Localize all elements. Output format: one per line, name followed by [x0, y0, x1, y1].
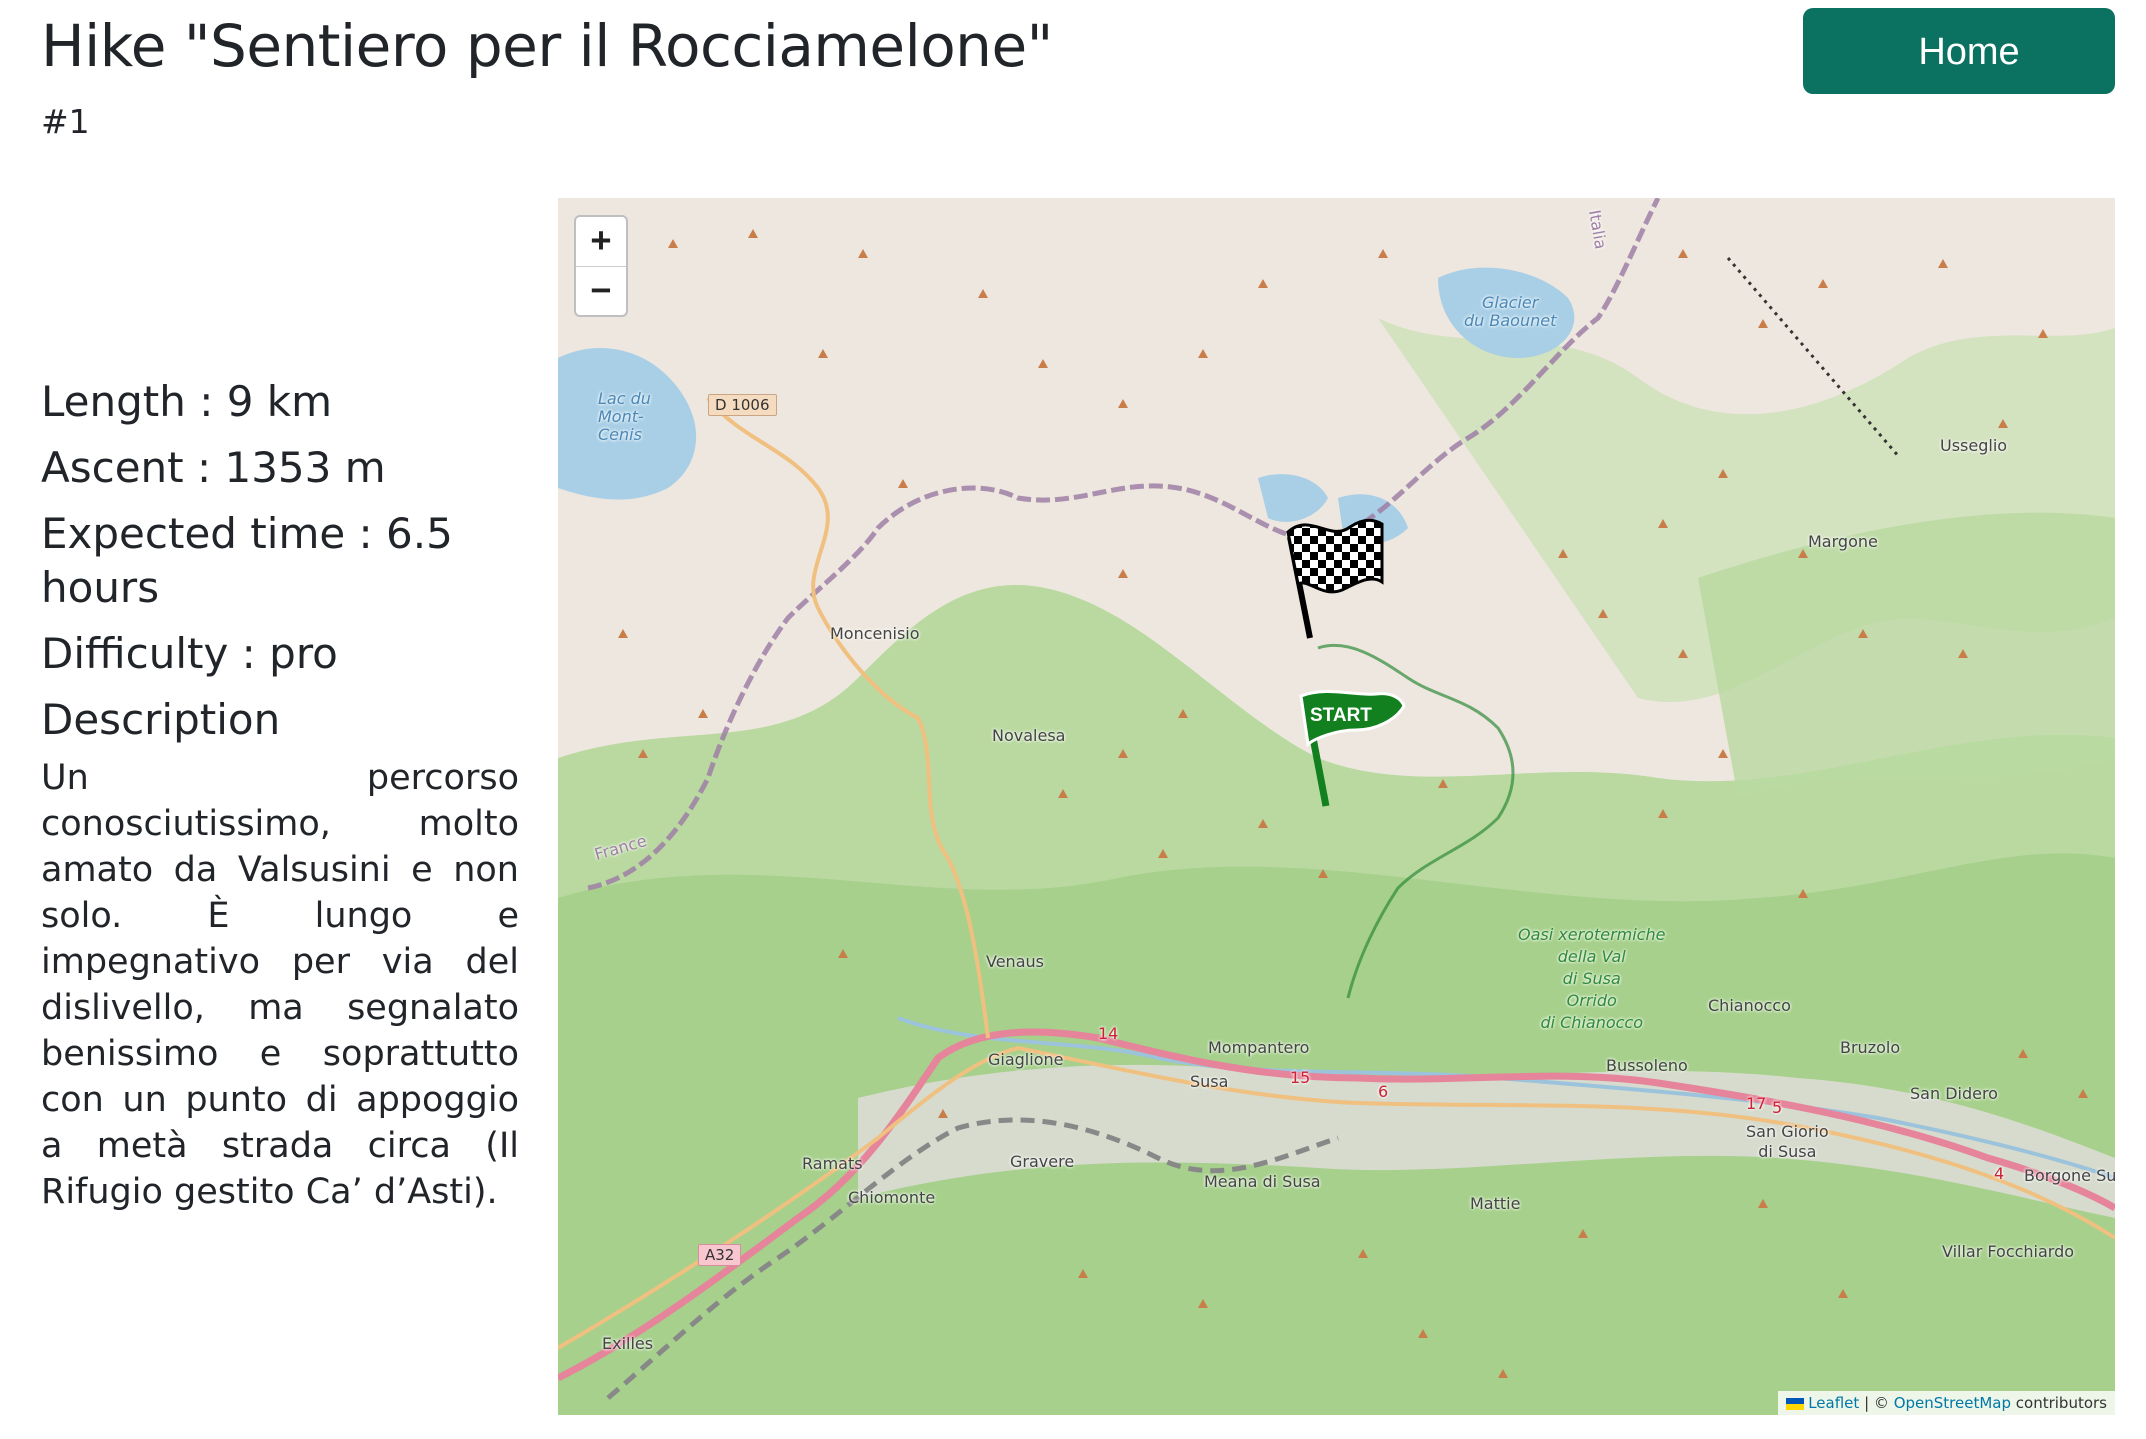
place-novalesa: Novalesa — [992, 726, 1066, 745]
place-exilles: Exilles — [602, 1334, 654, 1353]
park-label: Oasi xerotermiche della Val di Susa Orrido d… — [1518, 925, 1666, 1032]
leaflet-link[interactable]: Leaflet — [1808, 1394, 1859, 1412]
place-susa: Susa — [1190, 1072, 1229, 1091]
place-ramats: Ramats — [802, 1154, 863, 1173]
start-marker-label: START — [1310, 705, 1372, 726]
road-number-14: 14 — [1098, 1024, 1119, 1043]
expected-time-text: Expected time : 6.5 hours — [41, 509, 453, 612]
ukraine-flag-icon — [1786, 1397, 1805, 1410]
zoom-out-button[interactable]: − — [576, 266, 626, 315]
length-text: Length : 9 km — [41, 377, 333, 426]
lake-label: Lac du Mont- Cenis — [598, 389, 651, 444]
road-badge-a32: A32 — [698, 1244, 742, 1266]
zoom-in-button[interactable]: + — [576, 217, 626, 266]
place-chiomonte: Chiomonte — [848, 1188, 936, 1207]
place-bruzolo: Bruzolo — [1840, 1038, 1901, 1057]
place-san-didero: San Didero — [1910, 1084, 1998, 1103]
description-heading: Description — [41, 695, 281, 744]
place-bussoleno: Bussoleno — [1606, 1056, 1688, 1075]
road-number-5: 5 — [1772, 1098, 1783, 1117]
place-mompantero: Mompantero — [1208, 1038, 1310, 1057]
place-moncenisio: Moncenisio — [830, 624, 920, 643]
place-meana: Meana di Susa — [1204, 1172, 1321, 1191]
glacier-label: Glacier du Baounet — [1464, 293, 1557, 330]
place-giaglione: Giaglione — [988, 1050, 1064, 1069]
start-flag-icon[interactable]: START — [1296, 686, 1408, 810]
place-villar: Villar Focchiardo — [1942, 1242, 2075, 1261]
road-number-17: 17 — [1746, 1094, 1767, 1113]
road-number-15: 15 — [1290, 1068, 1311, 1087]
place-gravere: Gravere — [1010, 1152, 1075, 1171]
openstreetmap-link[interactable]: OpenStreetMap — [1894, 1394, 2011, 1412]
road-badge-d1006: D 1006 — [708, 394, 777, 416]
road-number-4: 4 — [1994, 1164, 2005, 1183]
home-button[interactable]: Home — [1803, 8, 2115, 94]
map-attribution: Leaflet | © OpenStreetMap contributors — [1778, 1391, 2115, 1415]
place-venaus: Venaus — [986, 952, 1044, 971]
road-number-6: 6 — [1378, 1082, 1389, 1101]
attribution-contributors: contributors — [2015, 1394, 2107, 1412]
description-text: Un percorso conosciutissimo, molto amato… — [41, 758, 519, 1212]
place-margone: Margone — [1808, 532, 1878, 551]
place-chianocco: Chianocco — [1708, 996, 1791, 1015]
hike-info-panel: Length : 9 km Ascent : 1353 m Expected t… — [41, 375, 519, 1215]
hike-map[interactable]: Lac du Mont- Cenis Glacier du Baounet D 100… — [558, 198, 2115, 1415]
hike-id: #1 — [41, 102, 90, 141]
zoom-control: + − — [574, 215, 628, 317]
page-title: Hike "Sentiero per il Rocciamelone" — [41, 12, 1053, 80]
place-mattie: Mattie — [1470, 1194, 1521, 1213]
place-borgone: Borgone Sus — [2024, 1166, 2115, 1185]
place-san-giorio: San Giorio di Susa — [1746, 1122, 1829, 1161]
place-usseglio: Usseglio — [1940, 436, 2008, 455]
ascent-text: Ascent : 1353 m — [41, 443, 386, 492]
finish-flag-icon[interactable] — [1270, 512, 1385, 642]
difficulty-text: Difficulty : pro — [41, 629, 338, 678]
attribution-separator: | © — [1864, 1394, 1889, 1412]
